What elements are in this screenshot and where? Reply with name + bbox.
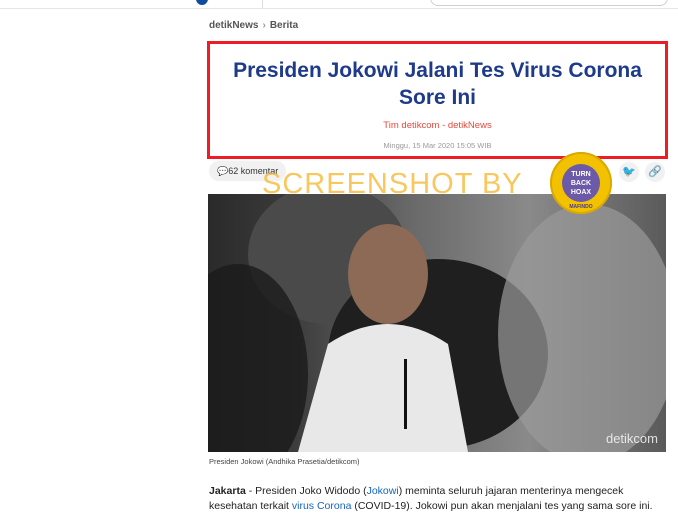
- breadcrumb-site[interactable]: detikNews: [209, 20, 258, 31]
- site-logo-icon[interactable]: [196, 0, 208, 5]
- screenshot-watermark: SCREENSHOT BY: [262, 168, 523, 200]
- photo-caption: Presiden Jokowi (Andhika Prasetia/detikc…: [209, 457, 360, 466]
- comment-icon: 💬: [217, 166, 229, 176]
- photo-figure: [208, 194, 666, 452]
- article-body: Jakarta - Presiden Joko Widodo (Jokowi) …: [209, 484, 669, 514]
- seal-text-2: BACK: [570, 180, 592, 187]
- twitter-icon: 🐦: [622, 166, 636, 178]
- article-author[interactable]: Tim detikcom - detikNews: [210, 120, 665, 131]
- turnbackhoax-seal: TURN BACK HOAX MAFINDO: [550, 152, 612, 214]
- top-nav-bar: [0, 0, 678, 9]
- link-icon: 🔗: [648, 166, 662, 178]
- link-virus-corona[interactable]: virus Corona: [292, 500, 352, 512]
- dateline: Jakarta: [209, 485, 246, 497]
- article-photo: detikcom: [208, 194, 666, 452]
- copy-link-button[interactable]: 🔗: [645, 162, 665, 182]
- body-text-1: - Presiden Joko Widodo (: [245, 485, 367, 497]
- link-jokowi[interactable]: Jokowi: [367, 485, 399, 497]
- search-input[interactable]: [430, 0, 668, 6]
- seal-ring-text: MAFINDO: [569, 204, 593, 210]
- article-date: Minggu, 15 Mar 2020 15:05 WIB: [383, 141, 492, 150]
- article-title: Presiden Jokowi Jalani Tes Virus Corona …: [233, 59, 642, 109]
- seal-text-1: TURN: [571, 171, 591, 178]
- photo-watermark: detikcom: [605, 431, 658, 446]
- twitter-share-button[interactable]: 🐦: [619, 162, 639, 182]
- breadcrumb-separator: ›: [262, 20, 266, 31]
- seal-text-3: HOAX: [570, 189, 592, 196]
- divider: [262, 0, 263, 8]
- headline-highlight-box: Presiden Jokowi Jalani Tes Virus Corona …: [207, 41, 668, 159]
- body-text-3: (COVID-19). Jokowi pun akan menjalani te…: [351, 500, 653, 512]
- breadcrumb: detikNews › Berita: [209, 20, 298, 31]
- breadcrumb-section[interactable]: Berita: [270, 20, 298, 31]
- seal-center: TURN BACK HOAX: [562, 164, 600, 202]
